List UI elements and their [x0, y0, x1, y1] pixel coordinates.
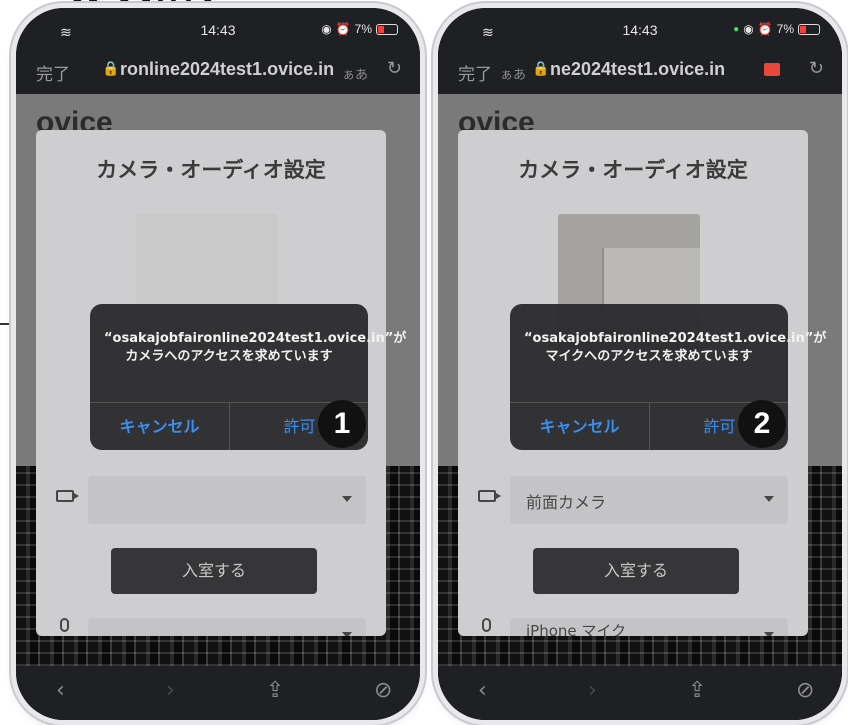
modal-title: カメラ・オーディオ設定: [96, 158, 326, 182]
share-icon[interactable]: ⇪: [688, 678, 706, 703]
camera-icon: [56, 490, 79, 502]
enter-room-button[interactable]: 入室する: [533, 548, 739, 594]
enter-room-button[interactable]: 入室する: [111, 548, 317, 594]
compass-icon[interactable]: ⊘: [796, 678, 814, 703]
done-button[interactable]: 完了: [458, 60, 492, 85]
alert-message: “osakajobfaironline2024test1.ovice.in”がカ…: [104, 331, 407, 364]
alert-cancel-button[interactable]: キャンセル: [510, 403, 649, 450]
battery-icon: [376, 23, 398, 35]
share-icon[interactable]: ⇪: [266, 678, 284, 703]
forward-icon[interactable]: ›: [588, 678, 597, 703]
alarm-icon: ⏰: [757, 22, 773, 36]
camera-select[interactable]: 前面カメラ: [510, 476, 788, 524]
safari-toolbar: ‹ › ⇪ ⊘: [438, 666, 842, 720]
step-badge: 1: [318, 400, 366, 448]
back-icon[interactable]: ‹: [478, 678, 487, 703]
step-badge: 2: [738, 400, 786, 448]
back-icon[interactable]: ‹: [56, 678, 65, 703]
alert-cancel-button[interactable]: キャンセル: [90, 403, 229, 450]
alert-message: “osakajobfaironline2024test1.ovice.in”がマ…: [524, 331, 827, 364]
mic-select-row: iPhone マイク: [478, 618, 788, 636]
chevron-down-icon: [342, 632, 352, 636]
mic-select[interactable]: [88, 618, 366, 636]
chevron-down-icon: [764, 632, 774, 636]
mic-select-value: iPhone マイク: [526, 622, 627, 636]
mic-icon: [482, 618, 491, 632]
orientation-lock-icon: ◉: [743, 22, 754, 36]
forward-icon[interactable]: ›: [166, 678, 175, 703]
chevron-down-icon: [342, 496, 352, 502]
phone-screenshot-1: ≋ 14:43 ◉ ⏰ 7% 完了 🔒 ronline2024test1.ovi…: [16, 8, 420, 720]
camera-in-use-dot: ●: [733, 23, 740, 35]
status-bar: ≋ 14:43 ◉ ⏰ 7%: [16, 8, 420, 48]
done-button[interactable]: 完了: [36, 60, 70, 85]
status-right: ◉ ⏰ 7%: [321, 22, 398, 36]
mic-select[interactable]: iPhone マイク: [510, 618, 788, 636]
mic-select-row: [56, 618, 366, 636]
camera-select[interactable]: [88, 476, 366, 524]
text-size-button[interactable]: ぁあ: [342, 64, 368, 83]
battery-icon: [798, 23, 820, 35]
modal-title: カメラ・オーディオ設定: [518, 158, 748, 182]
compass-icon[interactable]: ⊘: [374, 678, 392, 703]
phone-screenshot-2: ≋ 14:43 ● ◉ ⏰ 7% 完了 ぁあ 🔒 ne2024test1.ovi…: [438, 8, 842, 720]
url-text[interactable]: ne2024test1.ovice.in: [550, 59, 725, 80]
orientation-lock-icon: ◉: [321, 22, 332, 36]
reload-icon[interactable]: ↻: [387, 58, 402, 79]
camera-select-row: 前面カメラ: [478, 476, 788, 524]
safari-url-bar: 完了 🔒 ronline2024test1.ovice.in ぁあ ↻: [16, 48, 420, 94]
safari-toolbar: ‹ › ⇪ ⊘: [16, 666, 420, 720]
status-bar: ≋ 14:43 ● ◉ ⏰ 7%: [438, 8, 842, 48]
camera-indicator-icon[interactable]: [764, 63, 780, 76]
url-text[interactable]: ronline2024test1.ovice.in: [120, 59, 334, 80]
status-right: ● ◉ ⏰ 7%: [733, 22, 820, 36]
safari-url-bar: 完了 ぁあ 🔒 ne2024test1.ovice.in ↻: [438, 48, 842, 94]
lock-icon: 🔒: [102, 60, 120, 76]
alarm-icon: ⏰: [335, 22, 351, 36]
reload-icon[interactable]: ↻: [809, 58, 824, 79]
mic-icon: [60, 618, 69, 632]
camera-select-row: [56, 476, 366, 524]
battery-percent: 7%: [354, 22, 372, 36]
camera-select-value: 前面カメラ: [526, 493, 607, 512]
battery-percent: 7%: [776, 22, 794, 36]
lock-icon: 🔒: [532, 60, 550, 76]
camera-icon: [478, 490, 501, 502]
chevron-down-icon: [764, 496, 774, 502]
text-size-button[interactable]: ぁあ: [500, 64, 526, 83]
